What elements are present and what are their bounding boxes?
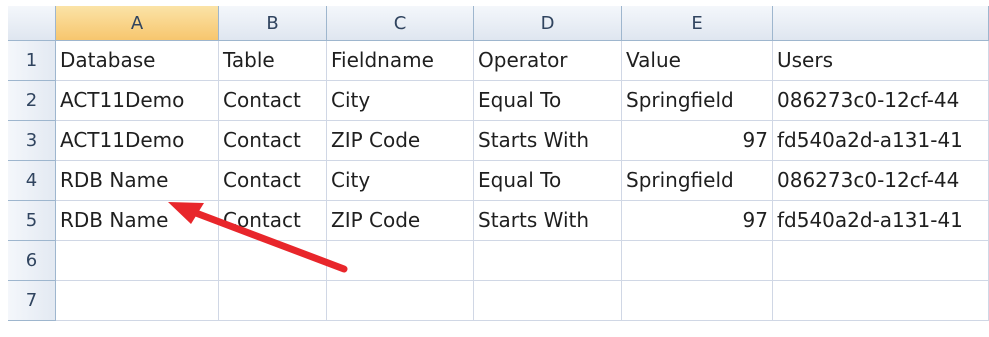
red-arrow-annotation — [168, 202, 348, 273]
spreadsheet: A B C D E 1 Database Table Fieldname Operator Valu… — [8, 6, 989, 331]
